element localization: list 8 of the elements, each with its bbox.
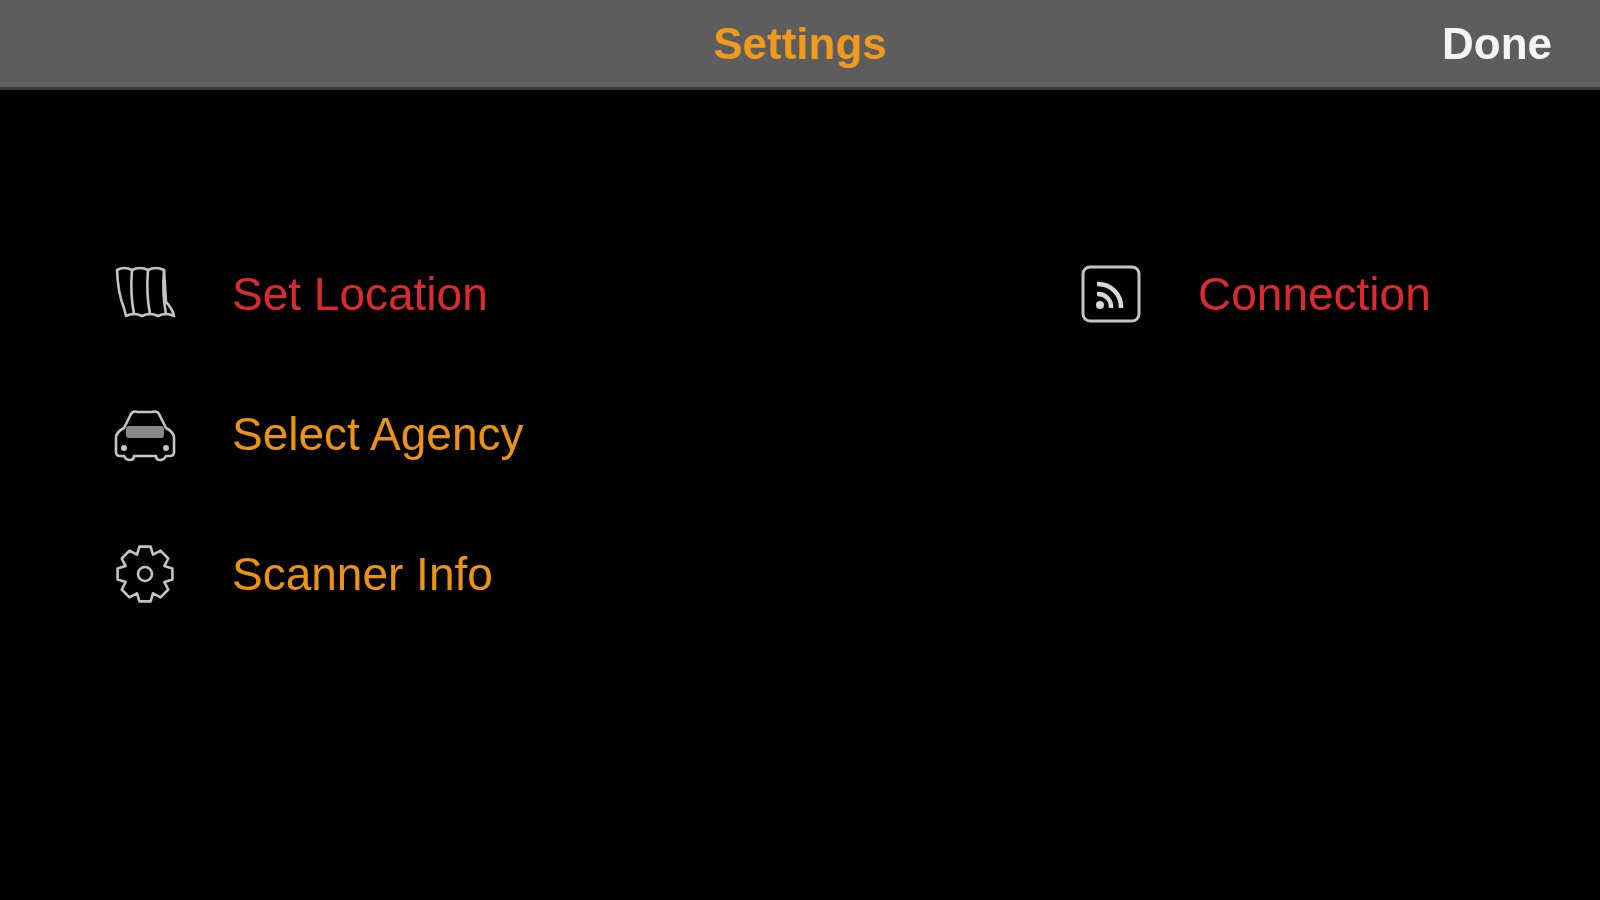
done-button[interactable]: Done [1442, 17, 1552, 70]
gear-icon [114, 544, 176, 604]
settings-item[interactable]: Connection [1198, 268, 1431, 320]
settings-item[interactable]: Set Location [232, 268, 488, 320]
feed-icon [1080, 264, 1142, 324]
screen-title: Settings [713, 21, 887, 66]
settings-item[interactable]: Select Agency [232, 408, 524, 460]
settings-item[interactable]: Scanner Info [232, 548, 493, 600]
